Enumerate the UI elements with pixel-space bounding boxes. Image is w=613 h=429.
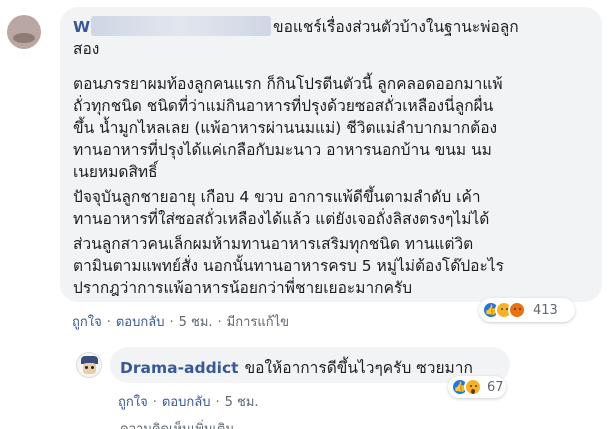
reaction-count: 413 [533,302,558,318]
reaction-count: 67 [487,379,504,395]
comment-text-line: ปัจจุบันลูกชายอายุ เกือบ 4 ขวบ อาการแพ้ด… [73,188,481,206]
wow-icon [464,378,482,396]
more-replies-link[interactable]: ความคิดเห็นเพิ่มเติม [120,418,234,429]
comment-text-line: ทานอาหารที่ใส่ซอสถั่วเหลืองได้แล้ว แต่ยั… [73,210,490,228]
reply-avatar[interactable] [76,352,102,378]
comment-text-line: ขึ้น น้ำมูกไหลเลย (แพ้อาหารผ่านนมแม่) ชี… [73,119,498,137]
comment-actions: ถูกใจ · ตอบกลับ · 5 ชม. · มีการแก้ไข [72,311,289,332]
edited-label[interactable]: มีการแก้ไข [227,311,289,332]
timestamp[interactable]: 5 ชม. [225,391,259,412]
comment-bubble: W ขอแชร์เรื่องส่วนตัวบ้างในฐานะพ่อลูก สอ… [60,7,602,302]
reply-reactions[interactable]: 👍 67 [448,376,506,398]
comment-text-line: สอง [73,40,100,58]
comment-text-line: ปรากฎว่าการแพ้อาหารน้อยกว่าพี่ชายเยอะมาก… [73,279,413,297]
author-name-visible[interactable]: W [73,18,90,36]
comment-text-line: ทานอาหารที่ปรุงได้แค่เกลือกับมะนาว อาหาร… [73,141,492,159]
comment-text-line: ตอนภรรยาผมท้องลูกคนแรก ก็กินโปรตีนตัวนี้… [73,75,503,93]
reply-text: ขอให้อาการดีขึ้นไวๆครับ ซวยมาก [244,359,473,377]
like-link[interactable]: ถูกใจ [72,311,102,332]
reply-link[interactable]: ตอบกลับ [116,311,165,332]
comment-text-line: ตามินตามแพทย์สั่ง นอกนั้นทานอาหารครบ 5 ห… [73,257,504,275]
comment-author[interactable]: W [73,16,272,40]
reply-actions: ถูกใจ · ตอบกลับ · 5 ชม. [118,391,259,412]
author-name-redacted [91,16,272,36]
comment-text-line: ขอแชร์เรื่องส่วนตัวบ้างในฐานะพ่อลูก [273,18,519,36]
comment-text-line: ส่วนลูกสาวคนเล็กผมห้ามทานอาหารเสริมทุกชน… [73,235,474,253]
like-link[interactable]: ถูกใจ [118,391,148,412]
reply-author[interactable]: Drama-addict [120,359,239,377]
reply-link[interactable]: ตอบกลับ [162,391,211,412]
reply-bubble: Drama-addict ขอให้อาการดีขึ้นไวๆครับ ซวยม… [110,347,510,383]
commenter-avatar[interactable] [7,15,41,49]
comment-text-line: ถั่วทุกชนิด ชนิดที่ว่าแม่กินอาหารที่ปรุง… [73,97,494,115]
timestamp[interactable]: 5 ชม. [179,311,213,332]
comment-reactions[interactable]: 👍 413 [479,298,575,322]
comment-text-line: เนยหมดสิทธิ์ [73,163,158,181]
angry-icon [508,301,526,319]
